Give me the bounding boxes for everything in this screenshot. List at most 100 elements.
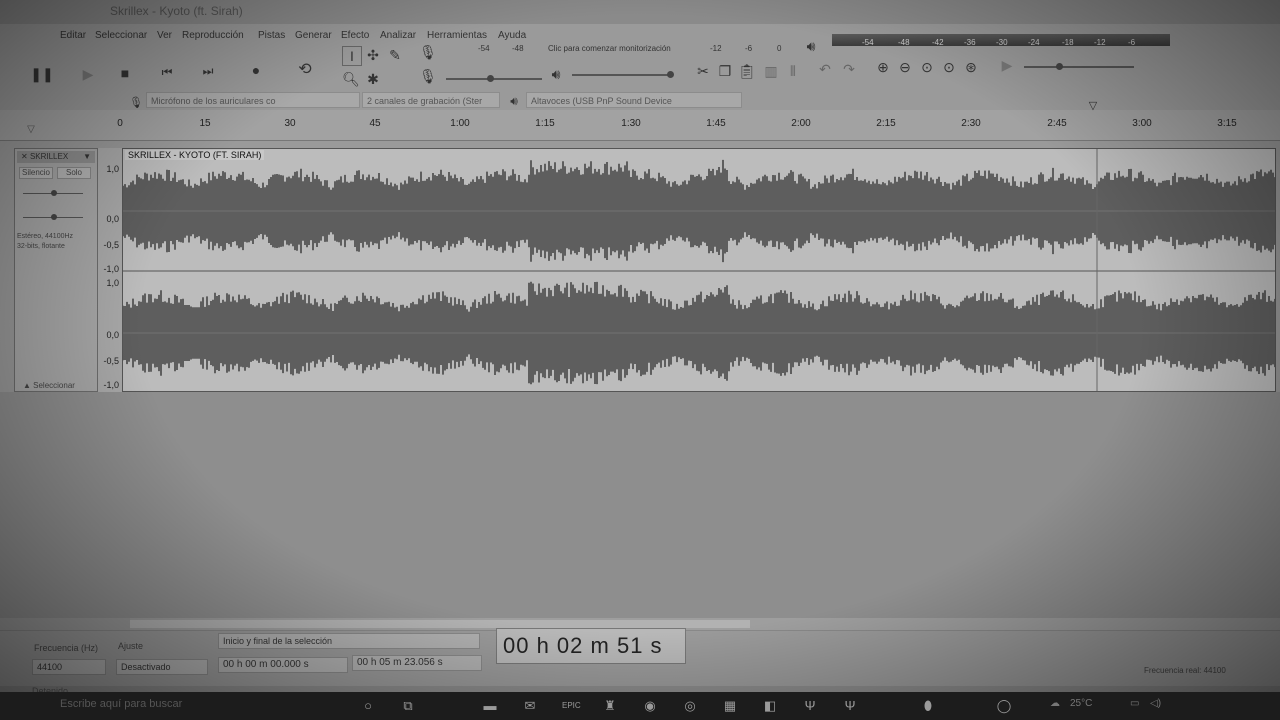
menu-reproduccion[interactable]: Reproducción [182, 30, 244, 41]
zoom-toggle-icon[interactable]: ⊛ [962, 58, 980, 76]
epic-games-icon[interactable]: EPIC [562, 698, 581, 714]
audacity-taskbar-icon[interactable]: ◯ [996, 698, 1012, 714]
recording-device-select[interactable]: Micrófono de los auriculares co [146, 92, 360, 108]
play-icon[interactable]: ▶ [78, 64, 98, 84]
track-name-menu[interactable]: ✕ SKRILLEX ▼ [17, 151, 95, 163]
solo-button[interactable]: Solo [57, 167, 91, 179]
track-select-button[interactable]: ▲ Seleccionar [23, 381, 75, 390]
zoom-tool-icon[interactable]: 🔍︎ [342, 70, 360, 88]
mail-icon[interactable]: ✉ [522, 698, 538, 714]
paste-icon[interactable]: 📋︎ [738, 62, 756, 80]
multi-tool-icon[interactable]: ✱ [364, 70, 382, 88]
ruler-pin-icon[interactable]: ▽ [24, 122, 38, 136]
play-speed-thumb[interactable] [1056, 63, 1063, 70]
cut-icon[interactable]: ✂ [694, 62, 712, 80]
app-icon[interactable]: ♜ [602, 698, 618, 714]
input-volume-slider[interactable] [446, 78, 542, 80]
pan-thumb[interactable] [51, 214, 57, 220]
mute-button[interactable]: Silencio [19, 167, 53, 179]
loop-icon[interactable]: ⟲ [294, 58, 316, 80]
record-icon[interactable]: ● [246, 60, 266, 80]
audacity-window: Skrillex - Kyoto (ft. Sirah) Editar Sele… [0, 0, 1280, 720]
empty-track-area[interactable] [0, 392, 1280, 618]
silence-icon[interactable]: ⫴ [784, 62, 802, 80]
y-tick: 0,0 [106, 330, 119, 340]
output-volume-thumb[interactable] [667, 71, 674, 78]
menu-seleccionar[interactable]: Seleccionar [95, 30, 147, 41]
project-rate-select[interactable]: 44100 [32, 659, 106, 675]
horizontal-scrollbar[interactable]: ‹ [130, 617, 1280, 630]
selection-end-time[interactable]: 00 h 05 m 23.056 s [352, 655, 482, 671]
ruler-label: 1:00 [450, 118, 470, 129]
clip-title[interactable]: SKRILLEX - KYOTO (FT. SIRAH) [125, 150, 265, 160]
file-explorer-icon[interactable]: ▬ [482, 698, 498, 714]
recording-channels-select[interactable]: 2 canales de grabación (Ster [362, 92, 500, 108]
copy-icon[interactable]: ❐ [716, 62, 734, 80]
volume-icon[interactable]: ◁) [1150, 698, 1161, 709]
zoom-in-icon[interactable]: ⊕ [874, 58, 892, 76]
pause-icon[interactable]: ❚❚ [30, 64, 53, 84]
menu-ayuda[interactable]: Ayuda [498, 30, 526, 41]
gain-thumb[interactable] [51, 190, 57, 196]
envelope-tool-icon[interactable]: ✣ [364, 46, 382, 64]
track-menu-chevron-down-icon[interactable]: ▼ [83, 151, 91, 163]
task-view-icon[interactable]: ⧉ [400, 698, 416, 714]
snap-select[interactable]: Desactivado [116, 659, 208, 675]
weather-temp[interactable]: 25°C [1070, 698, 1092, 709]
scrollbar-thumb[interactable] [130, 620, 750, 628]
app-icon[interactable]: ⬮ [920, 698, 936, 714]
waveform-area[interactable]: SKRILLEX - KYOTO (FT. SIRAH) [122, 148, 1276, 392]
play-speed-slider[interactable] [1024, 66, 1134, 68]
track-vertical-ruler[interactable]: 1,0 0,0 -0,5 -1,0 1,0 0,0 -0,5 -1,0 [98, 148, 123, 392]
menu-analizar[interactable]: Analizar [380, 30, 416, 41]
app-icon[interactable]: ◧ [762, 698, 778, 714]
ruler-label: 2:30 [961, 118, 981, 129]
track-close-icon[interactable]: ✕ [21, 152, 30, 161]
store-icon[interactable]: ▦ [722, 698, 738, 714]
menu-herramientas[interactable]: Herramientas [427, 30, 487, 41]
app-icon[interactable]: Ψ [802, 698, 818, 714]
timeline-ruler[interactable]: 0 15 30 45 1:00 1:15 1:30 1:45 2:00 2:15… [0, 100, 1280, 141]
fit-project-icon[interactable]: ⊙ [940, 58, 958, 76]
track-control-panel: ✕ SKRILLEX ▼ Silencio Solo Estéreo, 44100… [14, 148, 98, 392]
taskbar-search[interactable]: Escribe aquí para buscar [60, 698, 182, 710]
trim-icon[interactable]: ▥ [762, 62, 780, 80]
playhead-marker-icon[interactable]: ▽ [1086, 98, 1100, 112]
play-scale-tick: -30 [996, 38, 1008, 47]
zoom-out-icon[interactable]: ⊖ [896, 58, 914, 76]
menu-efecto[interactable]: Efecto [341, 30, 369, 41]
playback-device-select[interactable]: Altavoces (USB PnP Sound Device [526, 92, 742, 108]
skip-start-icon[interactable]: ⏮ [157, 62, 177, 82]
weather-icon[interactable]: ☁ [1050, 698, 1060, 709]
selection-mode-select[interactable]: Inicio y final de la selección [218, 633, 480, 649]
ruler-label: 1:15 [535, 118, 555, 129]
redo-icon[interactable]: ↷ [840, 60, 858, 78]
menu-generar[interactable]: Generar [295, 30, 332, 41]
input-volume-thumb[interactable] [487, 75, 494, 82]
menu-ver[interactable]: Ver [157, 30, 172, 41]
undo-icon[interactable]: ↶ [816, 60, 834, 78]
stop-icon[interactable]: ■ [115, 63, 135, 83]
record-meter-scale[interactable]: -54 -48 Clic para comenzar monitorizació… [440, 44, 790, 58]
record-meter-hint[interactable]: Clic para comenzar monitorización [548, 44, 671, 53]
browser-icon[interactable]: ◉ [642, 698, 658, 714]
selection-start-time[interactable]: 00 h 00 m 00.000 s [218, 657, 348, 673]
app-icon[interactable]: Ψ [842, 698, 858, 714]
play-scale-tick: -48 [898, 38, 910, 47]
output-volume-slider[interactable] [572, 74, 672, 76]
play-at-speed-icon[interactable]: ▶ [998, 56, 1016, 74]
skip-end-icon[interactable]: ⏭ [198, 61, 218, 81]
audio-position-display[interactable]: 00 h 02 m 51 s [496, 628, 686, 664]
fit-selection-icon[interactable]: ⊙ [918, 58, 936, 76]
draw-tool-icon[interactable]: ✎ [386, 46, 404, 64]
menu-editar[interactable]: Editar [60, 30, 86, 41]
cortana-icon[interactable]: ○ [360, 698, 376, 714]
record-scale-tick: 0 [777, 44, 782, 53]
media-icon[interactable]: ◎ [682, 698, 698, 714]
network-icon[interactable]: ▭ [1130, 698, 1139, 709]
record-meter-mic-icon[interactable]: 🎙︎ [419, 44, 437, 60]
menu-pistas[interactable]: Pistas [258, 30, 285, 41]
waveform[interactable] [123, 149, 1276, 392]
selection-tool-icon[interactable]: I [342, 46, 362, 66]
play-meter-speaker-icon[interactable]: 🔊︎ [802, 38, 820, 54]
